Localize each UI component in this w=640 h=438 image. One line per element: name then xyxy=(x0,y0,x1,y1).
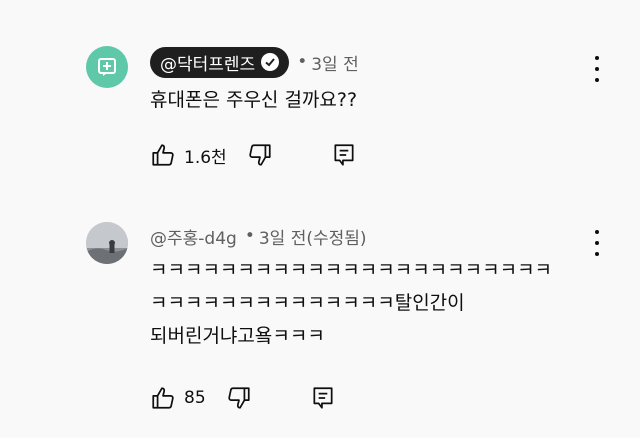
reply-icon xyxy=(313,387,333,409)
comment-actions: 1.6천 xyxy=(150,140,357,170)
author-name: @닥터프렌즈 xyxy=(160,54,256,75)
thumbs-down-icon xyxy=(249,144,271,166)
more-dot xyxy=(595,241,599,245)
like-count: 85 xyxy=(184,388,206,408)
more-vertical-icon xyxy=(595,230,599,234)
comment-item: @닥터프렌즈 • 3일 전 휴대폰은 주우신 걸까요?? 1.6천 xyxy=(0,0,640,200)
dislike-button[interactable] xyxy=(247,142,273,168)
comment-line: ㅋㅋㅋㅋㅋㅋㅋㅋㅋㅋㅋㅋㅋㅋㅋㅋㅋㅋㅋㅋㅋㅋㅋ xyxy=(150,259,553,281)
dislike-button[interactable] xyxy=(226,385,252,411)
more-dot xyxy=(595,78,599,82)
meta-separator: • xyxy=(244,226,255,246)
author-name[interactable]: @주홍-d4g xyxy=(150,224,237,249)
verified-check-icon xyxy=(261,53,280,71)
like-button[interactable]: 1.6천 xyxy=(150,142,227,168)
reply-button[interactable] xyxy=(331,142,357,168)
thumbs-up-icon xyxy=(152,144,174,166)
channel-logo-icon xyxy=(98,58,116,76)
comment-actions: 85 xyxy=(150,383,336,413)
comment-line: ㅋㅋㅋㅋㅋㅋㅋㅋㅋㅋㅋㅋㅋㅋ탈인간이 xyxy=(150,292,465,314)
more-options-button[interactable] xyxy=(588,230,606,256)
comment-meta: @닥터프렌즈 • 3일 전 xyxy=(150,46,359,78)
avatar[interactable] xyxy=(86,222,128,264)
comment-text: ㅋㅋㅋㅋㅋㅋㅋㅋㅋㅋㅋㅋㅋㅋㅋㅋㅋㅋㅋㅋㅋㅋㅋ ㅋㅋㅋㅋㅋㅋㅋㅋㅋㅋㅋㅋㅋㅋ탈인… xyxy=(150,254,552,353)
comment-text: 휴대폰은 주우신 걸까요?? xyxy=(150,84,357,117)
comment-line: 휴대폰은 주우신 걸까요?? xyxy=(150,89,358,111)
comment-timestamp[interactable]: 3일 전(수정됨) xyxy=(259,224,367,249)
more-dot xyxy=(595,252,599,256)
avatar[interactable] xyxy=(86,46,128,88)
reply-button[interactable] xyxy=(310,385,336,411)
comment-meta: @주홍-d4g • 3일 전(수정됨) xyxy=(150,222,367,250)
thumbs-up-icon xyxy=(152,387,174,409)
thumbs-down-icon xyxy=(227,387,250,409)
comment-timestamp[interactable]: 3일 전 xyxy=(311,50,359,75)
like-button[interactable]: 85 xyxy=(150,385,206,411)
avatar-photo-icon xyxy=(86,222,128,264)
comment-item: @주홍-d4g • 3일 전(수정됨) ㅋㅋㅋㅋㅋㅋㅋㅋㅋㅋㅋㅋㅋㅋㅋㅋㅋㅋㅋㅋ… xyxy=(0,200,640,438)
more-dot xyxy=(595,67,599,71)
like-count: 1.6천 xyxy=(184,147,227,168)
more-vertical-icon xyxy=(595,56,599,60)
meta-separator: • xyxy=(297,52,308,72)
author-handle-badge[interactable]: @닥터프렌즈 xyxy=(150,46,290,78)
comment-line: 되버린거냐고욬ㅋㅋㅋ xyxy=(150,325,325,347)
reply-icon xyxy=(334,144,354,166)
more-options-button[interactable] xyxy=(588,56,606,82)
